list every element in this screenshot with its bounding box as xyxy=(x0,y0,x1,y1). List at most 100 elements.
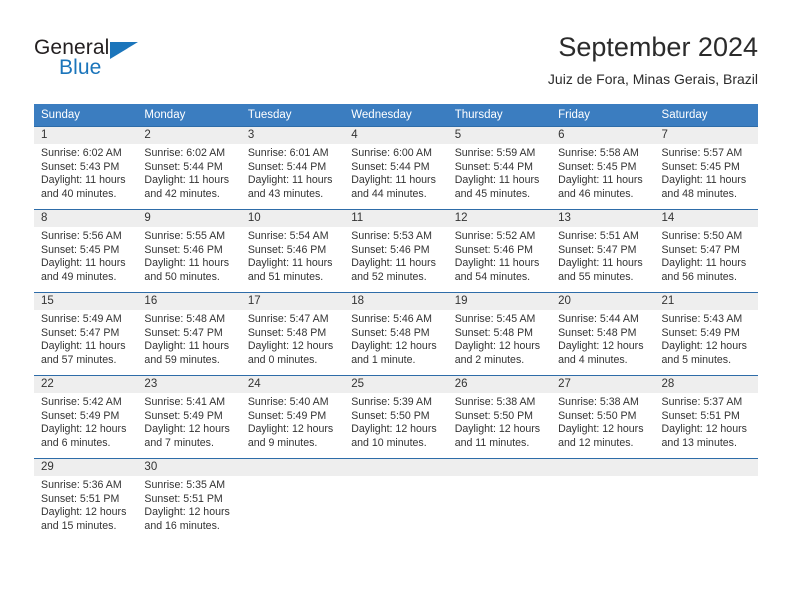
calendar-day-cell[interactable]: 26 Sunrise: 5:38 AM Sunset: 5:50 PM Dayligh… xyxy=(447,375,552,459)
day-cell-content: 16 Sunrise: 5:48 AM Sunset: 5:47 PM Dayligh… xyxy=(137,293,241,375)
day-cell-content: 19 Sunrise: 5:45 AM Sunset: 5:48 PM Dayligh… xyxy=(447,293,552,375)
day-detail xyxy=(344,476,447,479)
day-cell-content: 22 Sunrise: 5:42 AM Sunset: 5:49 PM Dayligh… xyxy=(34,376,138,458)
calendar-day-cell[interactable]: 7 Sunrise: 5:57 AM Sunset: 5:45 PM Daylight… xyxy=(654,126,758,210)
daylight-text-line2: and 0 minutes. xyxy=(247,353,318,366)
calendar-day-cell[interactable]: 23 Sunrise: 5:41 AM Sunset: 5:49 PM Dayligh… xyxy=(137,375,241,459)
day-cell-content xyxy=(654,459,758,541)
calendar-day-cell[interactable] xyxy=(654,458,758,541)
day-cell-content xyxy=(447,459,552,541)
daylight-text-line1: Daylight: 12 hours xyxy=(41,423,127,436)
day-detail: Sunrise: 5:57 AM Sunset: 5:45 PM Daylight:… xyxy=(655,144,758,201)
day-detail xyxy=(551,476,654,479)
sunrise-text: Sunrise: 5:43 AM xyxy=(661,313,743,325)
calendar-day-cell[interactable] xyxy=(344,458,448,541)
calendar-day-cell[interactable]: 25 Sunrise: 5:39 AM Sunset: 5:50 PM Dayligh… xyxy=(344,375,448,459)
calendar-day-cell[interactable]: 20 Sunrise: 5:44 AM Sunset: 5:48 PM Dayligh… xyxy=(551,292,655,376)
sunset-text: Sunset: 5:47 PM xyxy=(144,326,223,339)
day-cell-content xyxy=(551,459,655,541)
sunset-text: Sunset: 5:48 PM xyxy=(454,326,534,339)
calendar-header-row: Sunday Monday Tuesday Wednesday Thursday… xyxy=(34,104,758,127)
day-cell-content: 6 Sunrise: 5:58 AM Sunset: 5:45 PM Daylight… xyxy=(551,127,655,209)
calendar-week-row: 29 Sunrise: 5:36 AM Sunset: 5:51 PM Dayligh… xyxy=(34,458,758,541)
daylight-text-line1: Daylight: 12 hours xyxy=(351,340,437,353)
calendar-day-cell[interactable]: 6 Sunrise: 5:58 AM Sunset: 5:45 PM Daylight… xyxy=(551,126,655,210)
sunrise-text: Sunrise: 5:36 AM xyxy=(41,479,122,491)
calendar-day-cell[interactable]: 24 Sunrise: 5:40 AM Sunset: 5:49 PM Dayligh… xyxy=(240,375,345,459)
day-cell-content: 4 Sunrise: 6:00 AM Sunset: 5:44 PM Daylight… xyxy=(344,127,448,209)
day-detail: Sunrise: 5:39 AM Sunset: 5:50 PM Daylight:… xyxy=(344,393,447,450)
calendar-day-cell[interactable]: 30 Sunrise: 5:35 AM Sunset: 5:51 PM Dayligh… xyxy=(137,458,241,541)
day-cell-content: 11 Sunrise: 5:53 AM Sunset: 5:46 PM Dayligh… xyxy=(344,210,448,292)
daylight-text-line1: Daylight: 12 hours xyxy=(247,423,334,436)
daylight-text-line1: Daylight: 11 hours xyxy=(558,257,643,270)
calendar-day-cell[interactable]: 1 Sunrise: 6:02 AM Sunset: 5:43 PM Daylight… xyxy=(34,126,138,210)
calendar-day-cell[interactable]: 28 Sunrise: 5:37 AM Sunset: 5:51 PM Dayligh… xyxy=(654,375,758,459)
calendar-day-cell[interactable]: 22 Sunrise: 5:42 AM Sunset: 5:49 PM Dayligh… xyxy=(34,375,138,459)
daylight-text-line1: Daylight: 12 hours xyxy=(661,423,747,436)
calendar-day-cell[interactable]: 11 Sunrise: 5:53 AM Sunset: 5:46 PM Dayligh… xyxy=(344,209,448,293)
day-number: 27 xyxy=(551,376,655,393)
sunset-text: Sunset: 5:48 PM xyxy=(351,326,430,339)
day-number: 13 xyxy=(551,210,655,227)
sunrise-text: Sunrise: 5:40 AM xyxy=(247,396,329,408)
day-number: 10 xyxy=(240,210,345,227)
calendar-day-cell[interactable] xyxy=(551,458,655,541)
daylight-text-line2: and 10 minutes. xyxy=(351,436,427,449)
daylight-text-line1: Daylight: 11 hours xyxy=(661,257,747,270)
day-number: 4 xyxy=(344,127,448,144)
calendar-day-cell[interactable]: 10 Sunrise: 5:54 AM Sunset: 5:46 PM Dayligh… xyxy=(240,209,345,293)
calendar-day-cell[interactable]: 4 Sunrise: 6:00 AM Sunset: 5:44 PM Daylight… xyxy=(344,126,448,210)
day-detail: Sunrise: 5:37 AM Sunset: 5:51 PM Daylight:… xyxy=(655,393,758,450)
daylight-text-line2: and 49 minutes. xyxy=(41,270,117,283)
calendar-day-cell[interactable]: 9 Sunrise: 5:55 AM Sunset: 5:46 PM Daylight… xyxy=(137,209,241,293)
calendar-day-cell[interactable]: 14 Sunrise: 5:50 AM Sunset: 5:47 PM Dayligh… xyxy=(654,209,758,293)
sunrise-text: Sunrise: 5:38 AM xyxy=(454,396,536,408)
day-detail: Sunrise: 5:42 AM Sunset: 5:49 PM Daylight:… xyxy=(34,393,137,450)
calendar-day-cell[interactable]: 27 Sunrise: 5:38 AM Sunset: 5:50 PM Dayligh… xyxy=(551,375,655,459)
calendar-day-cell[interactable]: 17 Sunrise: 5:47 AM Sunset: 5:48 PM Dayligh… xyxy=(240,292,345,376)
sunset-text: Sunset: 5:51 PM xyxy=(41,492,120,505)
calendar-day-cell[interactable] xyxy=(240,458,345,541)
brand-logo[interactable]: General Blue xyxy=(34,36,264,90)
day-cell-content: 28 Sunrise: 5:37 AM Sunset: 5:51 PM Dayligh… xyxy=(654,376,758,458)
calendar-day-cell[interactable]: 19 Sunrise: 5:45 AM Sunset: 5:48 PM Dayligh… xyxy=(447,292,552,376)
day-number: 8 xyxy=(34,210,138,227)
calendar-day-cell[interactable] xyxy=(447,458,552,541)
calendar-day-cell[interactable]: 29 Sunrise: 5:36 AM Sunset: 5:51 PM Dayligh… xyxy=(34,458,138,541)
daylight-text-line2: and 40 minutes. xyxy=(41,187,117,200)
day-cell-content: 30 Sunrise: 5:35 AM Sunset: 5:51 PM Dayligh… xyxy=(137,459,241,541)
calendar-body: 1 Sunrise: 6:02 AM Sunset: 5:43 PM Daylight… xyxy=(34,126,758,541)
day-number: 28 xyxy=(654,376,758,393)
day-cell-content: 1 Sunrise: 6:02 AM Sunset: 5:43 PM Daylight… xyxy=(34,127,138,209)
day-detail: Sunrise: 5:53 AM Sunset: 5:46 PM Daylight:… xyxy=(344,227,447,284)
sunset-text: Sunset: 5:48 PM xyxy=(558,326,637,339)
daylight-text-line2: and 59 minutes. xyxy=(144,353,220,366)
calendar-day-cell[interactable]: 13 Sunrise: 5:51 AM Sunset: 5:47 PM Dayligh… xyxy=(551,209,655,293)
calendar-day-cell[interactable]: 5 Sunrise: 5:59 AM Sunset: 5:44 PM Daylight… xyxy=(447,126,552,210)
calendar-day-cell[interactable]: 18 Sunrise: 5:46 AM Sunset: 5:48 PM Dayligh… xyxy=(344,292,448,376)
page-header: General Blue September 2024 Juiz de Fora… xyxy=(0,0,792,100)
calendar-day-cell[interactable]: 15 Sunrise: 5:49 AM Sunset: 5:47 PM Dayligh… xyxy=(34,292,138,376)
day-number: 30 xyxy=(137,459,241,476)
sunrise-text: Sunrise: 5:57 AM xyxy=(661,147,743,159)
calendar-day-cell[interactable]: 3 Sunrise: 6:01 AM Sunset: 5:44 PM Daylight… xyxy=(240,126,345,210)
calendar-day-cell[interactable]: 8 Sunrise: 5:56 AM Sunset: 5:45 PM Daylight… xyxy=(34,209,138,293)
daylight-text-line2: and 7 minutes. xyxy=(144,436,214,449)
calendar-day-cell[interactable]: 12 Sunrise: 5:52 AM Sunset: 5:46 PM Dayligh… xyxy=(447,209,552,293)
daylight-text-line1: Daylight: 11 hours xyxy=(454,174,540,187)
daylight-text-line2: and 50 minutes. xyxy=(144,270,220,283)
daylight-text-line2: and 42 minutes. xyxy=(144,187,220,200)
calendar-day-cell[interactable]: 2 Sunrise: 6:02 AM Sunset: 5:44 PM Daylight… xyxy=(137,126,241,210)
daylight-text-line1: Daylight: 12 hours xyxy=(41,506,127,519)
daylight-text-line1: Daylight: 11 hours xyxy=(41,174,126,187)
calendar-week-row: 15 Sunrise: 5:49 AM Sunset: 5:47 PM Dayligh… xyxy=(34,292,758,376)
sunrise-text: Sunrise: 6:02 AM xyxy=(41,147,122,159)
daylight-text-line2: and 45 minutes. xyxy=(454,187,531,200)
day-number xyxy=(447,459,552,476)
calendar-day-cell[interactable]: 16 Sunrise: 5:48 AM Sunset: 5:47 PM Dayligh… xyxy=(137,292,241,376)
calendar-table: Sunday Monday Tuesday Wednesday Thursday… xyxy=(34,104,758,541)
calendar-day-cell[interactable]: 21 Sunrise: 5:43 AM Sunset: 5:49 PM Dayligh… xyxy=(654,292,758,376)
daylight-text-line2: and 9 minutes. xyxy=(247,436,318,449)
sunrise-text: Sunrise: 5:52 AM xyxy=(454,230,536,242)
